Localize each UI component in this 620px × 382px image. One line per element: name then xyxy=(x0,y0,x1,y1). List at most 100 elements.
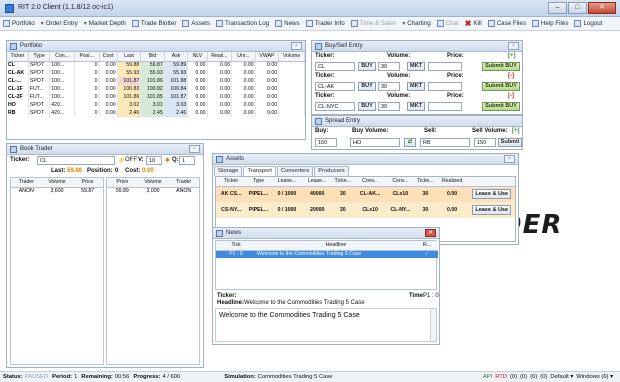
menu-assets[interactable]: Assets xyxy=(179,20,213,27)
submit-buy-button[interactable]: Submit BUY xyxy=(482,102,520,111)
close-icon[interactable]: ✕ xyxy=(425,229,436,237)
status-item-api-0[interactable]: API xyxy=(483,374,492,380)
news-scrollbar[interactable] xyxy=(430,309,436,341)
table-row[interactable]: AK CS... PIPEL... 0 / 1000 40000 30 CL-AK... C… xyxy=(216,186,515,202)
spread-buy-ticker-select[interactable]: HO xyxy=(350,138,400,147)
status-item-0-5[interactable]: (0) xyxy=(540,374,547,380)
lease-use-button[interactable]: Lease & Use xyxy=(472,205,512,215)
col-volume[interactable]: Volume xyxy=(278,52,305,62)
menu-transaction-log[interactable]: Transaction Log xyxy=(213,20,272,27)
book-v-field[interactable]: 10 xyxy=(146,156,162,165)
table-row[interactable]: CL SPOT 100... 0 0.00 59.88 59.87 59.89 0.00 0.00… xyxy=(7,61,305,69)
buy-button[interactable]: BUY xyxy=(358,62,376,71)
assets-col-lease-3[interactable]: Lease... xyxy=(303,177,332,187)
menu-market-depth[interactable]: ▾ Market Depth xyxy=(81,20,129,27)
bid-row[interactable]: ANON 3,600 59.87 xyxy=(11,187,103,195)
status-item-windows-6-7[interactable]: Windows (6) ▾ xyxy=(576,374,613,380)
assets-col-lease-2[interactable]: Lease... xyxy=(270,177,304,187)
status-item-0-4[interactable]: (0) xyxy=(530,374,537,380)
close-icon[interactable]: ▫ xyxy=(504,155,515,163)
tab-converters[interactable]: Converters xyxy=(276,166,314,176)
spread-buy-qty-field[interactable]: 150 xyxy=(315,138,337,147)
buy-button[interactable]: BUY xyxy=(358,102,376,111)
buy-button[interactable]: BUY xyxy=(358,82,376,91)
menu-trade-blotter[interactable]: Trade Blotter xyxy=(129,20,180,27)
assets-col-conv-6[interactable]: Conv... xyxy=(385,177,415,187)
col-ask[interactable]: Ask xyxy=(164,52,189,62)
menu-time-sales[interactable]: Time & Sales xyxy=(348,20,400,27)
menu-help-files[interactable]: Help Files xyxy=(529,20,572,27)
col-type[interactable]: Type xyxy=(28,52,51,62)
tab-producers[interactable]: Producers xyxy=(314,166,349,176)
assets-col-ticker-0[interactable]: Ticker xyxy=(216,177,247,187)
assets-col-action-9[interactable] xyxy=(468,177,515,187)
close-window-button[interactable]: ✕ xyxy=(588,2,616,14)
table-row[interactable]: RB SPOT 420... 0 0.00 2.46 2.45 2.46 0.00 0.00 0.0… xyxy=(7,109,305,117)
mkt-button[interactable]: MKT xyxy=(407,62,425,71)
status-item-0-2[interactable]: (0) xyxy=(510,374,517,380)
spread-sell-ticker-select[interactable]: RB xyxy=(420,138,470,147)
minimize-button[interactable]: – xyxy=(548,2,567,14)
menu-chat[interactable]: Chat xyxy=(434,20,462,27)
close-icon[interactable]: ▫ xyxy=(189,145,200,153)
col-bid[interactable]: Bid xyxy=(140,52,165,62)
col-last[interactable]: Last xyxy=(117,52,142,62)
col-vwap[interactable]: VWAP xyxy=(255,52,280,62)
ticker-select[interactable]: CL-AK xyxy=(315,82,355,91)
menu-portfolio[interactable]: Portfolio xyxy=(0,20,38,27)
ask-row[interactable]: 59.89 3,000 ANON xyxy=(107,187,199,195)
table-row[interactable]: CL-... SPOT 100... 0 0.00 101.87 101.86 101.88 0… xyxy=(7,77,305,85)
close-icon[interactable]: ▫ xyxy=(291,42,302,50)
ticker-select[interactable]: CL xyxy=(315,62,355,71)
submit-buy-button[interactable]: Submit BUY xyxy=(482,62,520,71)
book-q-field[interactable]: 1 xyxy=(179,156,195,165)
news-col-read[interactable]: R... xyxy=(416,241,438,251)
price-field[interactable] xyxy=(428,62,462,71)
col-nlv[interactable]: NLV xyxy=(187,52,208,62)
table-row[interactable]: CL-1F FUT... 100... 0 0.00 100.83 100.82 100.84… xyxy=(7,85,305,93)
status-item-0-3[interactable]: (0) xyxy=(520,374,527,380)
news-col-tick[interactable]: Tick xyxy=(216,241,256,251)
spread-sell-qty-field[interactable]: 150 xyxy=(474,138,496,147)
col-posi[interactable]: Posi... xyxy=(74,52,100,62)
col-ticker[interactable]: Ticker xyxy=(7,52,29,62)
mkt-button[interactable]: MKT xyxy=(407,82,425,91)
book-ticker-select[interactable]: CL xyxy=(37,156,115,165)
col-cost[interactable]: Cost xyxy=(99,52,118,62)
menu-case-files[interactable]: Case Files xyxy=(485,20,529,27)
col-reali[interactable]: Reali... xyxy=(207,52,233,62)
volume-field[interactable]: 30 xyxy=(378,62,400,71)
tab-transport[interactable]: Transport xyxy=(243,166,276,176)
status-item-default-6[interactable]: Default ▾ xyxy=(550,374,573,380)
menu-news[interactable]: News xyxy=(272,20,302,27)
close-icon[interactable]: ▫ xyxy=(508,42,519,50)
menu-charting[interactable]: ▾ Charting xyxy=(399,20,433,27)
submit-buy-button[interactable]: Submit BUY xyxy=(482,82,520,91)
news-row[interactable]: P1 : 0 Welcome to the Commodities Trading… xyxy=(216,250,438,258)
price-field[interactable] xyxy=(428,102,462,111)
menu-kill[interactable]: ✖ Kill xyxy=(462,19,485,27)
volume-field[interactable]: 30 xyxy=(378,82,400,91)
table-row[interactable]: CL-2F FUT... 100... 0 0.00 101.86 101.85 101.87… xyxy=(7,93,305,101)
ticker-select[interactable]: CL-NYC xyxy=(315,102,355,111)
price-field[interactable] xyxy=(428,82,462,91)
assets-col-realized-8[interactable]: Realized xyxy=(435,177,469,187)
col-con[interactable]: Con... xyxy=(49,52,75,62)
tab-storage[interactable]: Storage xyxy=(214,166,243,176)
menu-logout[interactable]: Logout xyxy=(571,20,605,27)
swap-icon[interactable]: ⇄ xyxy=(404,138,416,147)
table-row[interactable]: CL-AK SPOT 100... 0 0.00 55.93 55.93 55.93 0.00 0… xyxy=(7,69,305,77)
maximize-button[interactable]: □ xyxy=(568,2,587,14)
checkbox-icon[interactable]: ✓ xyxy=(416,250,438,258)
book-off-toggle[interactable]: OFF xyxy=(125,157,137,163)
menu-order-entry[interactable]: ▾ Order Entry xyxy=(38,20,81,27)
lease-use-button[interactable]: Lease & Use xyxy=(472,189,512,200)
assets-col-ticke-4[interactable]: Ticke... xyxy=(331,177,355,187)
assets-col-ticke-7[interactable]: Ticke... xyxy=(414,177,436,187)
table-row[interactable]: HO SPOT 420... 0 0.00 3.02 3.01 3.03 0.00 0.00 0.0… xyxy=(7,101,305,109)
volume-field[interactable]: 30 xyxy=(378,102,400,111)
spread-submit-button[interactable]: Submit xyxy=(498,138,522,147)
assets-col-type-1[interactable]: Type xyxy=(246,177,271,187)
table-row[interactable]: CS-NY... PIPEL... 0 / 1000 20000 30 CLx10 CL-N… xyxy=(216,202,515,218)
menu-trader-info[interactable]: Trader Info xyxy=(303,20,348,27)
